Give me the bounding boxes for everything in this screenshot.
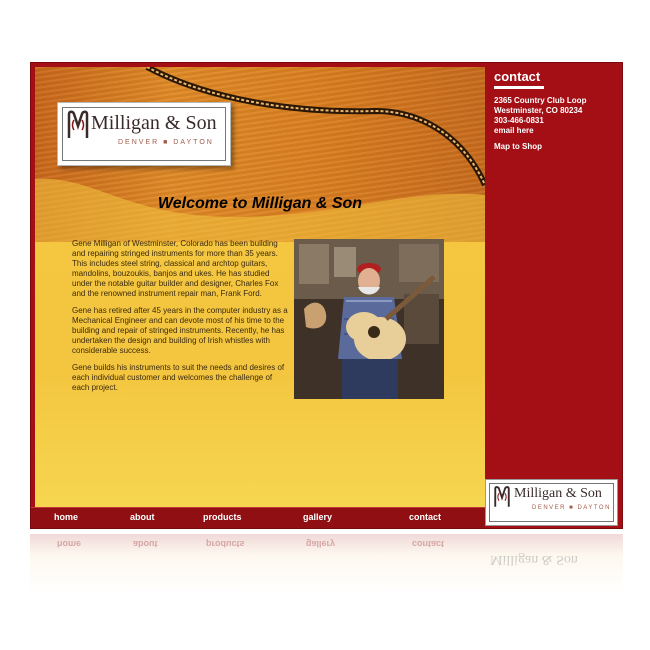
- logo-title: Milligan & Son: [91, 112, 217, 134]
- luthier-photo: [294, 239, 444, 399]
- contact-sidebar: contact 2365 Country Club Loop Westminst…: [491, 69, 619, 151]
- paragraph: Gene has retired after 45 years in the c…: [72, 306, 288, 355]
- violin-m-icon: [67, 110, 89, 138]
- nav-products[interactable]: products: [203, 512, 242, 522]
- contact-heading: contact: [494, 69, 541, 84]
- paragraph: Gene Milligan of Westminster, Colorado h…: [72, 239, 279, 298]
- paragraph: Gene builds his instruments to suit the …: [72, 363, 285, 392]
- photo-illustration: [294, 239, 444, 399]
- reflection-nav-home: home: [57, 539, 82, 549]
- reflection-nav-contact: contact: [412, 539, 445, 549]
- reflection-nav-products: products: [206, 539, 245, 549]
- intro-text: Gene Milligan of Westminster, Colorado h…: [72, 239, 290, 400]
- reflection-logo: Milligan & Son: [490, 552, 578, 567]
- address-line: 2365 Country Club Loop: [494, 96, 587, 105]
- sidebar-logo[interactable]: Milligan & Son DENVER ■ DAYTON: [485, 479, 618, 526]
- logo-title: Milligan & Son: [514, 486, 602, 501]
- nav-about[interactable]: about: [130, 512, 155, 522]
- nav-contact[interactable]: contact: [409, 512, 441, 522]
- violin-m-icon: [494, 486, 510, 507]
- map-link[interactable]: Map to Shop: [491, 142, 619, 151]
- page-reflection: home about products gallery contact Mill…: [30, 534, 623, 594]
- site-logo[interactable]: Milligan & Son DENVER ■ DAYTON: [57, 102, 231, 166]
- contact-details: 2365 Country Club Loop Westminster, CO 8…: [491, 96, 619, 136]
- main-nav: home about products gallery contact: [31, 507, 485, 528]
- heading-underline: [494, 86, 544, 89]
- phone-number: 303-466-0831: [494, 116, 544, 125]
- email-link[interactable]: email here: [494, 126, 619, 136]
- reflection-nav-gallery: gallery: [306, 539, 336, 549]
- city-line: Westminster, CO 80234: [494, 106, 583, 115]
- main-panel: Milligan & Son DENVER ■ DAYTON Welcome t…: [35, 67, 485, 507]
- reflection-nav-about: about: [133, 539, 158, 549]
- nav-home[interactable]: home: [54, 512, 78, 522]
- logo-subtitle: DENVER ■ DAYTON: [532, 505, 611, 511]
- logo-subtitle: DENVER ■ DAYTON: [118, 139, 214, 146]
- page-frame: Milligan & Son DENVER ■ DAYTON Welcome t…: [30, 62, 623, 529]
- page-title: Welcome to Milligan & Son: [157, 195, 363, 212]
- nav-gallery[interactable]: gallery: [303, 512, 332, 522]
